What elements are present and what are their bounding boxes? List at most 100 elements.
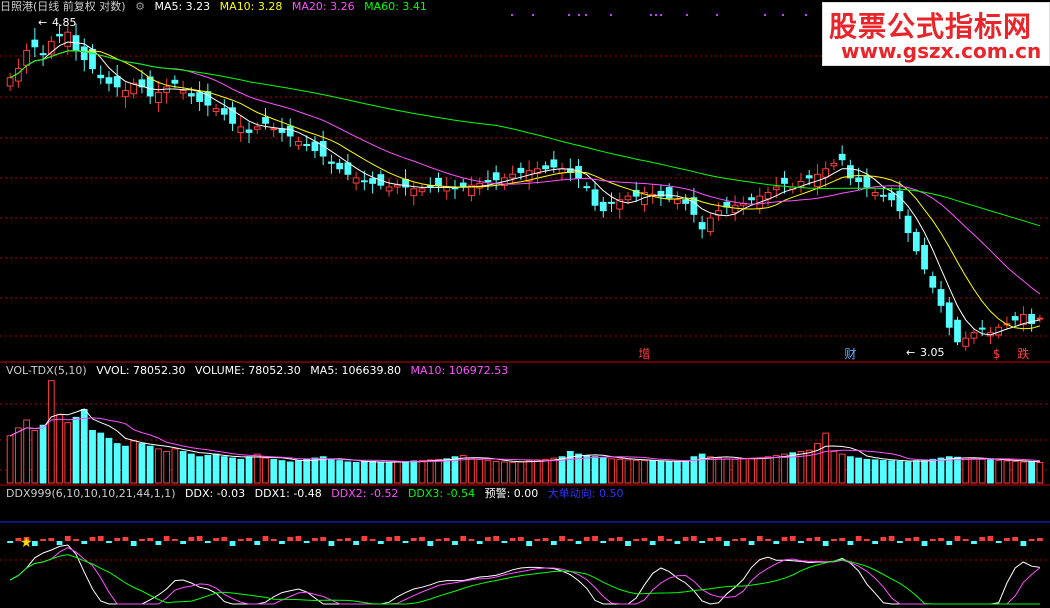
candle-body (270, 128, 278, 131)
ddx-bar (237, 539, 244, 541)
ddx-bar (789, 536, 796, 541)
ddx-bar (303, 541, 310, 543)
signal-label: $ (993, 347, 1001, 361)
volume-bar (196, 456, 203, 484)
volume-bar (377, 461, 385, 484)
settings-icon[interactable]: ⚙ (135, 0, 145, 13)
candle-body (204, 91, 212, 106)
arrow-icon: ← (38, 16, 47, 29)
ddx-bar (386, 537, 392, 541)
ddx-bar (254, 541, 261, 545)
candle-body (426, 185, 434, 188)
candle-body (492, 172, 500, 181)
candle-body (912, 232, 920, 252)
main-chart-header: 日照港(日线 前复权 对数) ⚙ MA5: 3.23 MA10: 3.28 MA… (0, 0, 433, 14)
candle-body (665, 187, 673, 199)
candle-body (772, 186, 780, 191)
ddx-bar (1028, 539, 1035, 541)
volume-bar (847, 456, 854, 484)
event-dot (782, 14, 784, 16)
volume-bar (879, 459, 887, 484)
ddx-bar (526, 541, 533, 546)
volume-bar (1028, 461, 1036, 484)
volume-bar (715, 457, 722, 484)
ddx-bar (798, 541, 804, 543)
volume-bar (682, 460, 690, 484)
ddx-bar (328, 541, 335, 546)
ddx-indicator-name: DDX999(6,10,10,10,21,44,1,1) (6, 487, 176, 500)
volume-bar (303, 458, 311, 484)
ddx-bar (229, 541, 236, 546)
volume-bar (748, 457, 755, 484)
event-dot (568, 14, 570, 16)
volume-bar (311, 457, 319, 484)
candle-body (838, 153, 846, 161)
candle-body (822, 168, 830, 178)
volume-bar (204, 454, 212, 484)
volume-bar (229, 457, 236, 484)
ddx-bar (641, 538, 648, 541)
volume-bar (896, 460, 904, 484)
ddx-bar (1020, 541, 1027, 546)
ddx-bar (517, 537, 524, 541)
low-annotation: 3.05 (920, 346, 945, 359)
volume-bar (245, 456, 253, 484)
volume-bar (772, 454, 780, 484)
watermark-logo: 股票公式指标网 www.gszx.com.cn (822, 2, 1050, 66)
ddx-bar (831, 539, 837, 541)
ddx-bar (872, 541, 879, 544)
volume-bar (1020, 461, 1027, 484)
volume-bar (929, 458, 937, 484)
candle-body (385, 186, 393, 192)
candle-body (360, 180, 368, 183)
volume-bar (616, 458, 624, 484)
volume-header: VOL-TDX(5,10) VVOL: 78052.30 VOLUME: 780… (6, 364, 514, 378)
ddx-bar (171, 539, 178, 541)
ma10-value: MA10: 3.28 (219, 0, 283, 13)
volume-bar (418, 459, 426, 484)
bigorder-value: 大单动向: 0.50 (547, 487, 624, 500)
volume-indicator-name: VOL-TDX(5,10) (6, 364, 87, 377)
ddx-bar (196, 536, 203, 541)
candle-body (509, 173, 517, 179)
candle-body (311, 141, 319, 152)
event-dot (610, 14, 612, 16)
candle-body (122, 89, 129, 98)
vol-ma5-value: MA5: 106639.80 (310, 364, 401, 377)
volume-bar (468, 457, 475, 484)
candle-body (896, 190, 904, 212)
ddx-bar (410, 538, 417, 541)
candle-body (328, 161, 335, 164)
arrow-icon: ← (906, 346, 915, 359)
ddx-bar (542, 538, 549, 541)
annotations: 4.85 3.05 (52, 16, 945, 359)
volume-bar (47, 380, 55, 484)
event-dot (716, 14, 718, 16)
ddx1-line (9, 544, 1040, 605)
ddx-value: DDX: -0.03 (185, 487, 246, 500)
stock-chart[interactable]: ★ 4.85 3.05 增 财 $ 跌 ← ← (0, 0, 1050, 608)
candle-body (879, 194, 887, 197)
volume-bar (838, 453, 846, 484)
volume-bar (64, 422, 72, 484)
ddx-bar (1036, 538, 1043, 541)
candle-body (921, 244, 928, 270)
ddx-bar (468, 539, 475, 541)
candle-body (871, 191, 879, 197)
ddx-bar (616, 537, 623, 541)
volume-bar (525, 460, 533, 484)
ddx3-value: DDX3: -0.54 (407, 487, 476, 500)
ddx-bar (575, 541, 582, 544)
volume-bar (435, 458, 442, 484)
ddx1-value: DDX1: -0.48 (254, 487, 322, 500)
vol-ma10-value: MA10: 106972.53 (410, 364, 509, 377)
volume-bar (723, 458, 731, 484)
volume-bar (1011, 460, 1019, 484)
ddx-bar (666, 539, 673, 541)
volume-bar (583, 454, 591, 484)
ddx-bar (287, 537, 294, 541)
event-dot (660, 14, 662, 16)
volume-bar (608, 458, 615, 484)
volume-bar (517, 461, 525, 484)
candle-body (591, 189, 599, 206)
